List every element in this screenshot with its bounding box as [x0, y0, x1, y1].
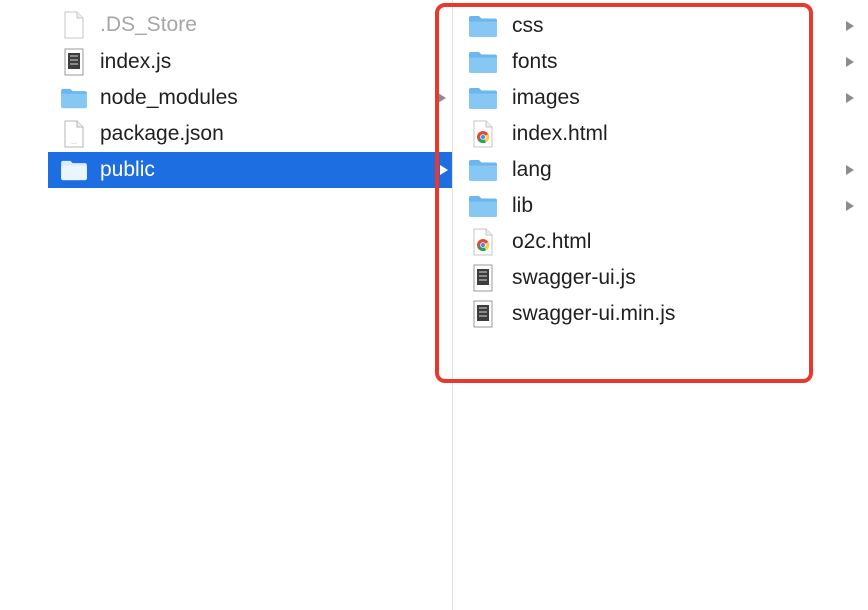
- file-name: .DS_Store: [100, 13, 197, 36]
- file-name: swagger-ui.min.js: [512, 302, 676, 325]
- chevron-right-icon: [846, 93, 854, 103]
- folder-row-images[interactable]: images: [462, 80, 862, 116]
- folder-name: lib: [512, 194, 534, 217]
- column-divider: [452, 0, 453, 610]
- folder-row-css[interactable]: css: [462, 8, 862, 44]
- folder-name: node_modules: [100, 86, 238, 109]
- folder-icon: [60, 84, 88, 112]
- chevron-right-icon: [846, 21, 854, 31]
- file-name: index.html: [512, 122, 608, 145]
- chrome-html-file-icon: [468, 120, 498, 148]
- file-name: index.js: [100, 50, 172, 73]
- file-name: package.json: [100, 122, 224, 145]
- chevron-right-icon: [438, 93, 446, 103]
- folder-row-lang[interactable]: lang: [462, 152, 862, 188]
- folder-name: public: [100, 158, 155, 181]
- chevron-right-icon: [846, 57, 854, 67]
- file-row-ds-store[interactable]: .DS_Store: [48, 7, 452, 43]
- folder-row-public[interactable]: public: [48, 152, 452, 188]
- chevron-right-icon: [440, 165, 448, 175]
- blank-file-icon: [60, 11, 88, 39]
- text-file-icon: [60, 120, 88, 148]
- folder-name: images: [512, 86, 580, 109]
- chrome-html-file-icon: [468, 228, 498, 256]
- file-row-index-js[interactable]: index.js: [48, 44, 452, 80]
- file-row-swagger-ui-min-js[interactable]: swagger-ui.min.js: [462, 296, 862, 332]
- chevron-right-icon: [846, 165, 854, 175]
- chevron-right-icon: [846, 201, 854, 211]
- folder-icon: [60, 156, 88, 184]
- file-name: o2c.html: [512, 230, 592, 253]
- file-name: swagger-ui.js: [512, 266, 636, 289]
- folder-icon: [468, 48, 498, 76]
- folder-name: css: [512, 14, 544, 37]
- folder-row-fonts[interactable]: fonts: [462, 44, 862, 80]
- folder-name: lang: [512, 158, 552, 181]
- file-row-swagger-ui-js[interactable]: swagger-ui.js: [462, 260, 862, 296]
- folder-icon: [468, 192, 498, 220]
- folder-icon: [468, 12, 498, 40]
- folder-name: fonts: [512, 50, 558, 73]
- folder-row-node-modules[interactable]: node_modules: [48, 80, 452, 116]
- file-row-o2c-html[interactable]: o2c.html: [462, 224, 862, 260]
- file-row-index-html[interactable]: index.html: [462, 116, 862, 152]
- folder-row-lib[interactable]: lib: [462, 188, 862, 224]
- file-row-package-json[interactable]: package.json: [48, 116, 452, 152]
- folder-icon: [468, 156, 498, 184]
- script-file-icon: [60, 48, 88, 76]
- script-file-icon: [468, 264, 498, 292]
- folder-icon: [468, 84, 498, 112]
- script-file-icon: [468, 300, 498, 328]
